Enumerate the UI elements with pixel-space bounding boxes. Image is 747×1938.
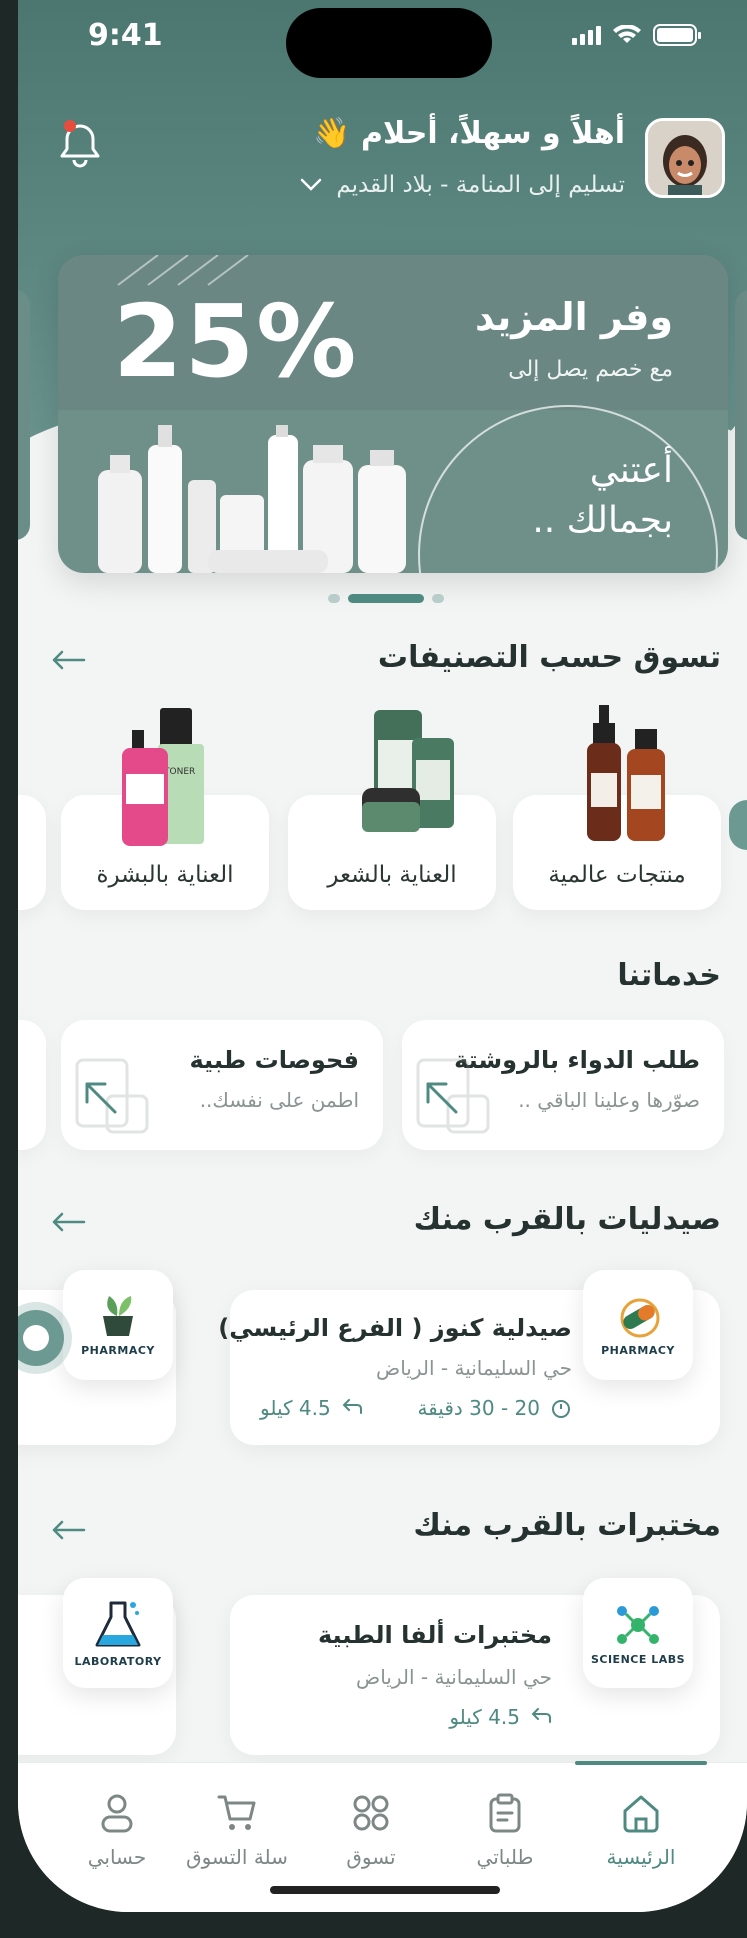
labs-title: مختبرات بالقرب منك [413,1508,721,1543]
banner-tagline-2: بجمالك .. [532,500,673,541]
pharmacy-distance: 4.5 كيلو [260,1396,363,1420]
phone-screen: 9:41 أهلاً و سهلاً، أحلام 👋 تسليم إلى ال… [18,0,747,1912]
banner-next-peek[interactable] [735,290,747,540]
pharmacy-name: صيدلية كنوز ( الفرع الرئيسي) [218,1314,572,1342]
service-subtitle: اطمن على نفسك.. [199,1088,359,1112]
skincare-products-image: TONER [122,708,204,846]
categories-title: تسوق حسب التصنيفات [377,640,721,675]
arrow-up-left-icon [85,1082,117,1114]
avatar[interactable] [645,118,725,198]
timer-icon [552,1400,570,1418]
pharmacies-arrow-icon[interactable] [48,1210,88,1234]
side-scroll-tab[interactable] [729,800,747,850]
status-bar: 9:41 [18,0,747,80]
lab-name: مختبرات ألفا الطبية [317,1621,552,1649]
pharmacies-title: صيدليات بالقرب منك [413,1202,721,1237]
cart-icon [217,1795,256,1830]
carousel-dots[interactable] [328,594,444,603]
category-card-partial[interactable] [18,795,46,910]
home-indicator[interactable] [270,1886,500,1894]
pharmacy-capsule-icon [620,1298,660,1337]
nav-shop[interactable]: تسوق [301,1791,441,1869]
nav-label: سلة التسوق [186,1845,288,1869]
chevron-down-icon[interactable] [300,178,322,192]
pharmacy-delivery-time: 20 - 30 دقيقة [417,1396,572,1420]
pharmacy-logo-text: PHARMACY [601,1343,675,1357]
services-title: خدماتنا [617,958,721,993]
delivery-location[interactable]: تسليم إلى المنامة - بلاد القديم [300,172,625,198]
category-label: العناية بالشعر [327,862,457,888]
pharmacy-distance-value: 4.5 كيلو [260,1396,331,1420]
status-time: 9:41 [88,18,163,53]
nav-orders[interactable]: طلباتي [435,1791,575,1869]
signal-icon [572,25,601,45]
banner-tagline-1: أعتني [589,450,673,491]
greeting-text: أهلاً و سهلاً، أحلام 👋 [313,116,625,151]
service-subtitle: صوّرها وعلينا الباقي .. [518,1088,700,1112]
arrow-up-left-icon [426,1082,458,1114]
pharmacy-logo-text: PHARMACY [81,1343,155,1357]
status-icons [572,24,701,46]
lab-distance-value: 4.5 كيلو [449,1705,520,1729]
lab-distance: 4.5 كيلو [449,1705,552,1729]
banner-title: وفر المزيد [475,295,673,339]
grid-icon [353,1795,389,1831]
lab-address: حي السليمانية - الرياض [356,1665,552,1689]
molecule-icon [617,1605,659,1644]
service-title: فحوصات طبية [189,1046,360,1074]
promo-banner[interactable]: 25% وفر المزيد مع خصم يصل إلى أعتني بجما… [58,255,728,573]
nav-cart[interactable]: سلة التسوق [157,1791,317,1869]
service-card-checkup[interactable]: فحوصات طبية اطمن على نفسك.. [61,1020,383,1150]
nav-account[interactable]: حسابي [67,1791,167,1869]
pharmacy-logo: PHARMACY [63,1270,173,1380]
dynamic-island [286,8,492,78]
route-icon [531,1708,551,1723]
clipboard-icon [489,1793,521,1833]
pharmacy-time: 20 - 30 دقيقة [417,1396,540,1420]
lab-logo-text: SCIENCE LABS [590,1652,686,1666]
nav-home[interactable]: الرئيسية [571,1791,711,1869]
flask-icon [95,1601,141,1646]
category-label: العناية بالبشرة [96,862,234,888]
cosmetic-bottles-image [98,425,406,573]
service-card-partial[interactable] [18,1020,46,1150]
nav-active-indicator [575,1761,707,1765]
nav-label: حسابي [87,1845,147,1869]
home-icon [623,1795,659,1833]
nav-label: طلباتي [476,1845,534,1869]
bell-icon[interactable] [52,118,108,174]
lab-logo: LABORATORY [63,1578,173,1688]
category-label: منتجات عالمية [548,862,686,888]
route-icon [342,1399,362,1414]
pharmacy-address: حي السليمانية - الرياض [376,1356,572,1380]
banner-prev-peek[interactable] [18,290,30,540]
banner-arc [418,405,718,573]
pharmacy-leaf-icon [103,1295,133,1336]
wifi-icon [613,25,641,43]
categories-arrow-icon[interactable] [48,648,88,672]
delivery-label: تسليم إلى المنامة - بلاد القديم [336,172,625,198]
nav-label: الرئيسية [606,1845,676,1869]
lab-logo: SCIENCE LABS [583,1578,693,1688]
pharmacy-logo: PHARMACY [583,1270,693,1380]
user-icon [101,1794,133,1833]
banner-percent: 25% [113,283,359,400]
lab-logo-text: LABORATORY [74,1654,162,1668]
labs-arrow-icon[interactable] [48,1518,88,1542]
nav-label: تسوق [346,1845,396,1869]
service-card-prescription[interactable]: طلب الدواء بالروشتة صوّرها وعلينا الباقي… [402,1020,724,1150]
banner-subtitle: مع خصم يصل إلى [508,357,673,382]
battery-icon [653,24,701,46]
